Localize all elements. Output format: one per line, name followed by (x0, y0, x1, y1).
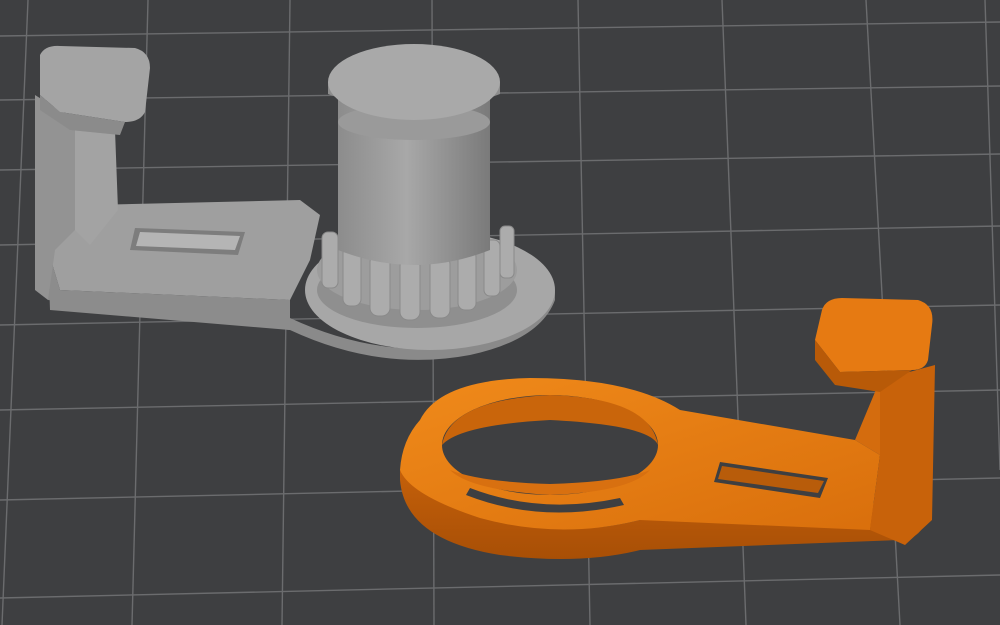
gray-part[interactable] (35, 44, 555, 360)
3d-viewport[interactable] (0, 0, 1000, 625)
